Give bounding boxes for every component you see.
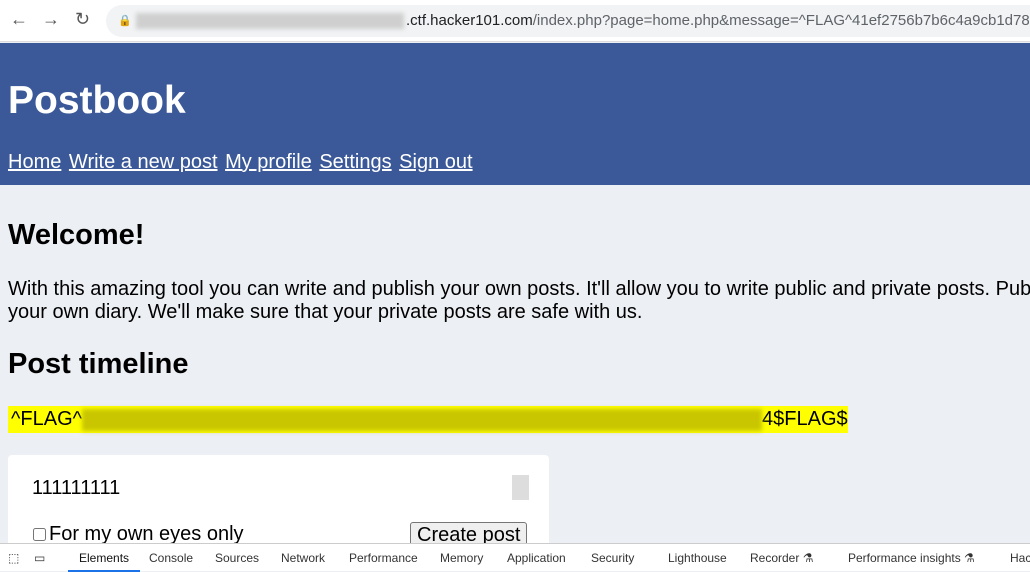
nav-write-post[interactable]: Write a new post [69, 151, 218, 173]
flag-suffix: 4$FLAG$ [762, 408, 848, 430]
site-title: Postbook [8, 79, 186, 122]
site-header: Postbook Home Write a new post My profil… [0, 43, 1030, 185]
flag-prefix: ^FLAG^ [11, 408, 83, 430]
flag-message: ^FLAG^ 4$FLAG$ [8, 406, 848, 433]
tab-console[interactable]: Console [149, 551, 193, 565]
tab-hackbar[interactable]: Hac [1010, 551, 1030, 565]
welcome-heading: Welcome! [8, 219, 145, 251]
forward-icon[interactable]: → [42, 9, 60, 30]
tab-security[interactable]: Security [591, 551, 634, 565]
resize-handle[interactable] [512, 475, 529, 500]
intro-text: With this amazing tool you can write and… [8, 278, 1030, 324]
devtools-tabbar: ⬚ ▭ Elements Console Sources Network Per… [0, 543, 1030, 572]
tab-performance-insights[interactable]: Performance insights ⚗ [848, 551, 975, 565]
inspect-icon[interactable]: ⬚ [8, 551, 19, 565]
tab-sources[interactable]: Sources [215, 551, 259, 565]
redacted-subdomain [136, 13, 404, 29]
address-bar[interactable]: 🔒 .ctf.hacker101.com/index.php?page=home… [106, 5, 1030, 37]
reload-icon[interactable]: ↻ [75, 9, 90, 30]
nav-home[interactable]: Home [8, 151, 61, 173]
tab-elements[interactable]: Elements [68, 551, 141, 572]
tab-application[interactable]: Application [507, 551, 566, 565]
tab-recorder[interactable]: Recorder ⚗ [750, 551, 813, 565]
timeline-heading: Post timeline [8, 348, 189, 380]
url-host: .ctf.hacker101.com [406, 12, 533, 29]
tab-lighthouse[interactable]: Lighthouse [668, 551, 727, 565]
intro-line: With this amazing tool you can write and… [8, 278, 1030, 300]
browser-toolbar: ← → ↻ 🔒 .ctf.hacker101.com/index.php?pag… [0, 0, 1030, 42]
back-icon[interactable]: ← [10, 9, 28, 30]
lock-icon: 🔒 [118, 15, 132, 27]
tab-performance[interactable]: Performance [349, 551, 418, 565]
tab-memory[interactable]: Memory [440, 551, 483, 565]
nav-sign-out[interactable]: Sign out [399, 151, 472, 173]
main-nav: Home Write a new post My profile Setting… [8, 151, 475, 174]
nav-settings[interactable]: Settings [319, 151, 391, 173]
private-checkbox[interactable] [33, 528, 46, 541]
device-toolbar-icon[interactable]: ▭ [34, 551, 45, 565]
url-path: /index.php?page=home.php&message=^FLAG^4… [532, 12, 1030, 29]
redacted-flag [82, 408, 763, 431]
tab-network[interactable]: Network [281, 551, 325, 565]
nav-my-profile[interactable]: My profile [225, 151, 312, 173]
intro-line: your own diary. We'll make sure that you… [8, 301, 643, 323]
post-textarea[interactable]: 111111111 [32, 477, 120, 500]
